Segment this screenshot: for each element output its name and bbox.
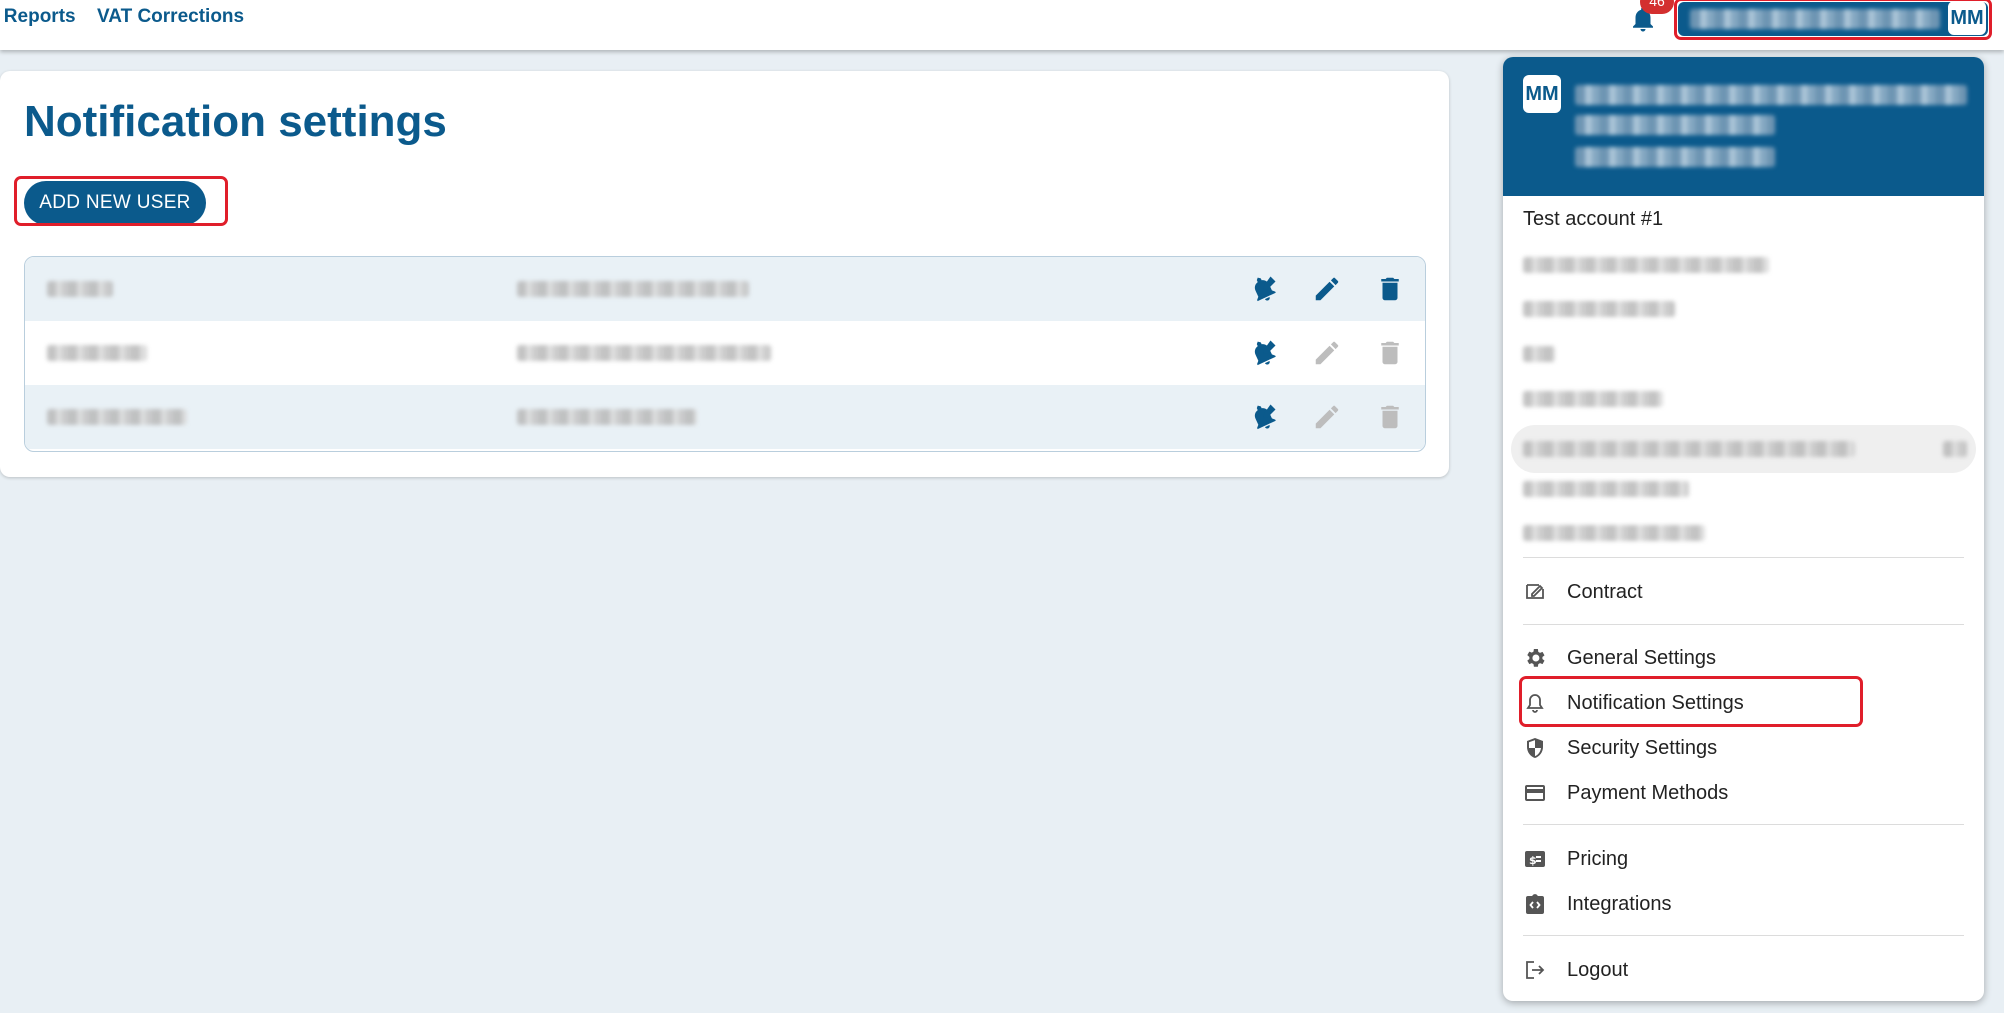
menu-divider [1523,935,1964,936]
credit-card-icon [1525,785,1545,801]
menu-item-label: Integrations [1567,893,1672,915]
account-option-redacted[interactable] [1523,301,1675,317]
menu-item-pricing[interactable]: $ Pricing [1503,837,1984,881]
bell-outline-icon [1526,694,1544,713]
account-option-hovered[interactable] [1511,425,1976,473]
account-menu-header: MM [1503,57,1984,196]
menu-item-label: Security Settings [1567,737,1718,759]
integrations-icon [1526,894,1544,914]
nav-link-reports[interactable]: ' Reports [0,6,76,28]
notification-config-icon[interactable] [1248,338,1278,368]
menu-item-contract[interactable]: Contract [1503,570,1984,614]
table-row [25,321,1425,385]
user-name-redacted [47,345,147,361]
edit-pencil-icon-disabled [1315,341,1339,365]
menu-item-label: Notification Settings [1567,692,1744,714]
account-option-redacted[interactable] [1523,346,1555,362]
menu-item-payment-methods[interactable]: Payment Methods [1503,771,1984,815]
user-email-redacted [517,409,697,425]
add-new-user-button[interactable]: ADD NEW USER [24,181,206,225]
user-email-redacted [517,281,749,297]
delete-trash-icon-disabled [1381,341,1399,365]
shield-icon [1527,738,1543,758]
menu-item-label: Contract [1567,581,1643,603]
account-name-redacted [1690,9,1940,29]
delete-trash-icon-disabled [1381,405,1399,429]
menu-account-avatar: MM [1523,75,1561,113]
account-detail-redacted [1575,115,1775,135]
account-option-redacted [1943,441,1967,457]
account-option-redacted[interactable] [1523,481,1689,497]
nav-link-vat-corrections[interactable]: VAT Corrections [97,6,244,28]
contract-icon [1526,584,1544,599]
menu-item-security-settings[interactable]: Security Settings [1503,726,1984,770]
menu-item-label: Payment Methods [1567,782,1729,804]
gear-icon [1527,649,1545,667]
page-title: Notification settings [24,97,447,146]
account-option-redacted[interactable] [1523,257,1769,273]
account-email-redacted [1575,147,1775,167]
svg-text:$: $ [1529,854,1537,867]
account-company-redacted [1575,85,1967,105]
user-name-redacted [47,409,187,425]
users-table [24,256,1426,452]
account-avatar: MM [1948,1,1986,35]
notification-count-badge: 46 [1640,0,1674,14]
account-selector-button[interactable]: MM [1678,1,1988,36]
pricing-icon: $ [1525,851,1545,867]
menu-item-label: Pricing [1567,848,1629,870]
table-row [25,257,1425,321]
menu-item-notification-settings[interactable]: Notification Settings [1503,681,1984,725]
table-row [25,385,1425,449]
delete-trash-icon[interactable] [1375,274,1405,304]
account-option-redacted[interactable] [1523,391,1663,407]
edit-pencil-icon[interactable] [1312,274,1342,304]
edit-pencil-icon-disabled [1315,405,1339,429]
menu-item-general-settings[interactable]: General Settings [1503,636,1984,680]
menu-item-integrations[interactable]: Integrations [1503,882,1984,926]
menu-item-label: General Settings [1567,647,1716,669]
user-email-redacted [517,345,771,361]
notification-config-icon[interactable] [1248,274,1278,304]
user-name-redacted [47,281,113,297]
logout-icon [1526,961,1545,979]
notification-config-icon[interactable] [1248,402,1278,432]
menu-divider [1523,557,1964,558]
account-option-redacted [1523,441,1855,457]
current-account-label: Test account #1 [1523,208,1664,230]
menu-item-logout[interactable]: Logout [1503,948,1984,992]
menu-item-label: Logout [1567,959,1629,981]
menu-divider [1523,624,1964,625]
account-dropdown-menu: MM Test account #1 Contract General Sett… [1503,57,1984,1001]
menu-divider [1523,824,1964,825]
top-navigation-bar: ' Reports VAT Corrections 46 MM [0,0,2004,50]
notification-settings-card: Notification settings ADD NEW USER [0,71,1449,477]
account-option-redacted[interactable] [1523,525,1705,541]
